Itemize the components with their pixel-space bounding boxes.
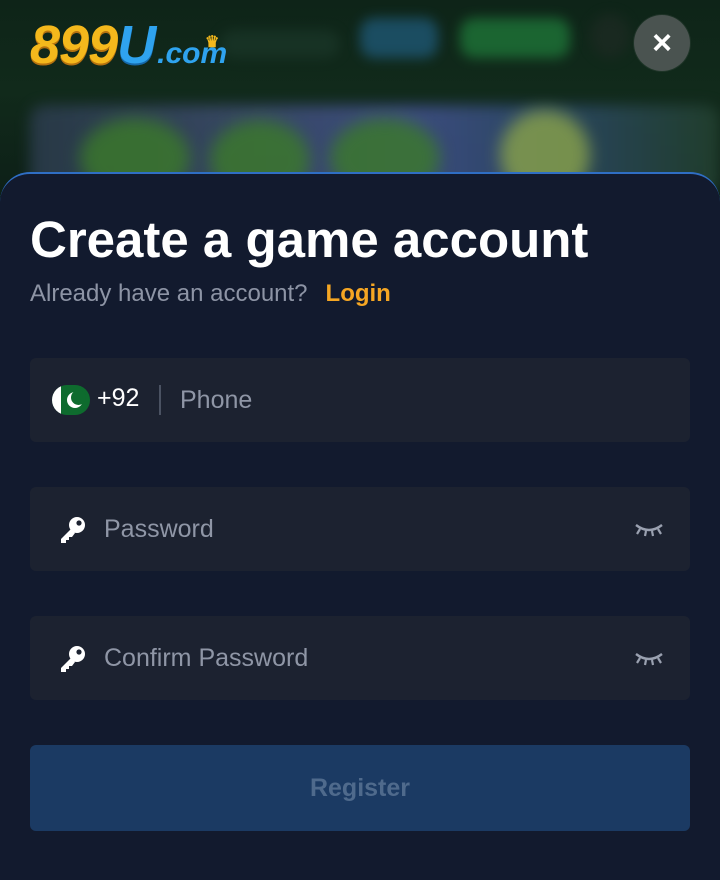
phone-input[interactable] xyxy=(180,358,660,442)
login-prompt-text: Already have an account? xyxy=(30,280,308,307)
country-code[interactable]: +92 xyxy=(97,384,139,413)
login-prompt: Already have an account? Login xyxy=(30,280,391,308)
nav-blur xyxy=(220,30,340,58)
confirm-password-input[interactable] xyxy=(104,616,624,700)
login-link[interactable]: Login xyxy=(326,280,391,307)
close-icon: × xyxy=(652,24,672,62)
eye-closed-icon[interactable] xyxy=(634,648,664,668)
field-divider xyxy=(159,385,161,415)
logo-number: 899 xyxy=(30,15,118,75)
menu-icon-blur xyxy=(590,14,630,58)
login-button-blur xyxy=(360,18,438,58)
password-field xyxy=(30,487,690,571)
logo-letter: U xyxy=(117,15,156,75)
phone-field: +92 xyxy=(30,358,690,442)
key-icon xyxy=(61,517,85,543)
register-modal: Create a game account Already have an ac… xyxy=(0,172,720,880)
register-button-blur xyxy=(460,18,570,58)
brand-logo: 899 U .com ♛ xyxy=(30,14,227,75)
confirm-password-field xyxy=(30,616,690,700)
eye-closed-icon[interactable] xyxy=(634,519,664,539)
register-button[interactable]: Register xyxy=(30,745,690,831)
password-input[interactable] xyxy=(104,487,624,571)
crown-icon: ♛ xyxy=(205,34,220,51)
page-title: Create a game account xyxy=(30,211,589,268)
close-button[interactable]: × xyxy=(634,15,690,71)
key-icon xyxy=(61,646,85,672)
pakistan-flag-icon[interactable] xyxy=(52,385,90,415)
